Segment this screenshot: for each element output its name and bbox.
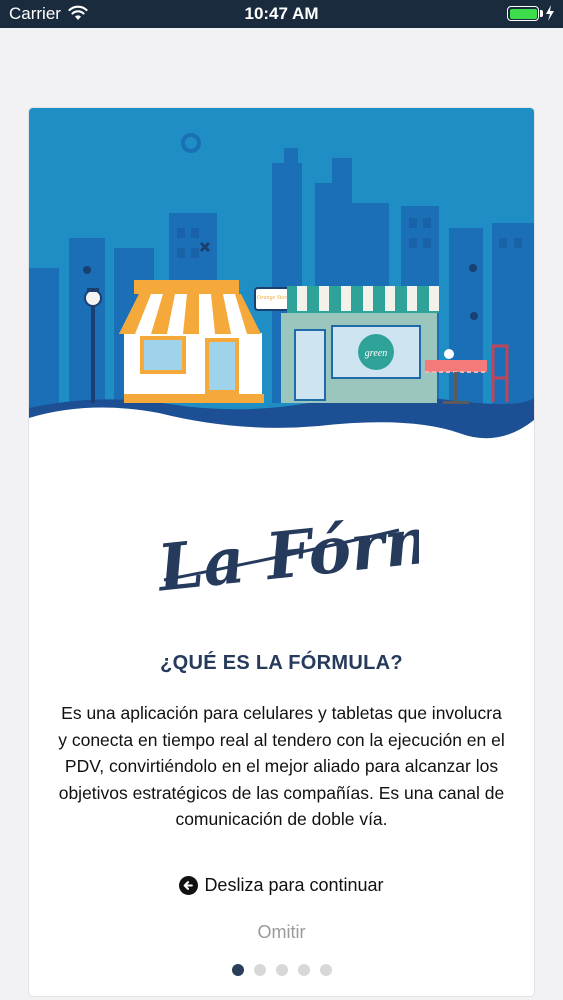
- page-title: ¿QUÉ ES LA FÓRMULA?: [160, 652, 403, 674]
- page-indicator: [29, 964, 534, 976]
- page-dot-4[interactable]: [297, 964, 310, 976]
- battery-tip: [540, 10, 543, 17]
- swipe-hint[interactable]: Desliza para continuar: [29, 875, 534, 896]
- page-dot-3[interactable]: [275, 964, 288, 976]
- onboarding-card: Orange Store green La Fórmula ¿QUÉ ES LA…: [29, 108, 534, 996]
- swipe-label: Desliza para continuar: [204, 875, 384, 895]
- description-text: Es una aplicación para celulares y table…: [58, 703, 505, 829]
- skip-button[interactable]: Omitir: [29, 922, 534, 943]
- arrow-left-circle-icon: [179, 876, 199, 895]
- page-dot-5[interactable]: [319, 964, 332, 976]
- city-storefront-illustration: Orange Store green: [29, 108, 534, 458]
- page-dot-2[interactable]: [253, 964, 266, 976]
- la-formula-logo: La Fórmula: [152, 489, 419, 606]
- store-right-sign: green: [365, 348, 387, 359]
- charging-bolt-icon: [546, 5, 554, 21]
- page-dot-1[interactable]: [231, 964, 244, 976]
- clock: 10:47 AM: [244, 4, 319, 23]
- store-left-sign: Orange Store: [257, 295, 290, 301]
- battery-icon: [507, 6, 539, 21]
- status-bar: Carrier 10:47 AM: [0, 0, 563, 28]
- logo-text: La Fórmula: [152, 489, 419, 606]
